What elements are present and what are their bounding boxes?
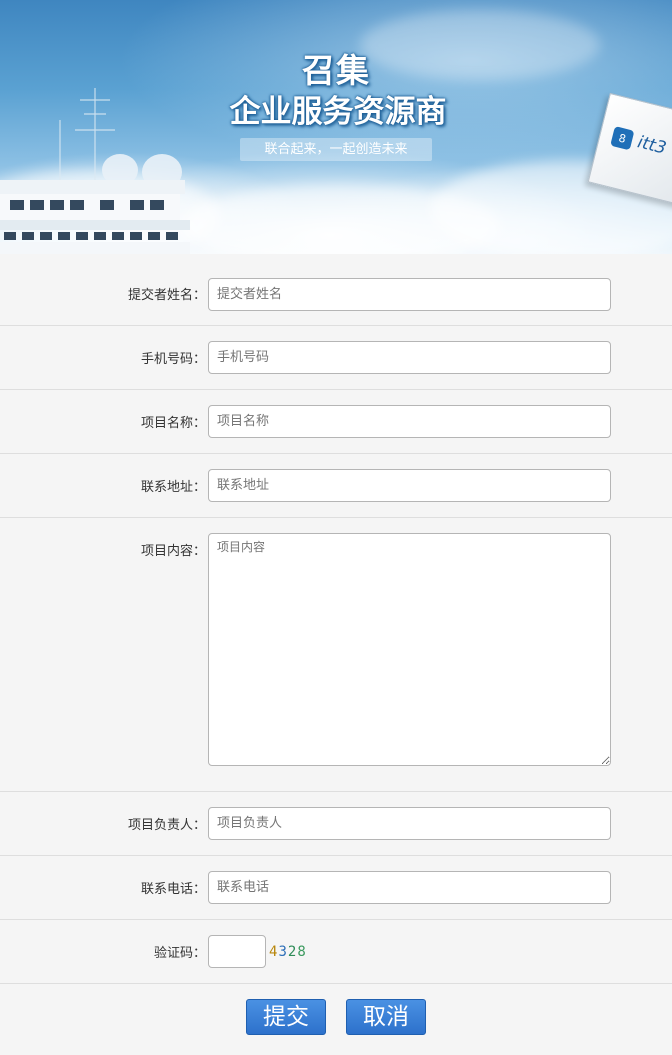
banner: 8 itt3 召集 企业服务资源商 联合起来，一起创造未来 [0, 0, 672, 254]
contact-phone-label: 联系电话： [140, 882, 206, 897]
contact-phone-input[interactable] [208, 871, 611, 904]
resource-provider-form: 提交者姓名： 手机号码： 项目名称： 联系地址： 项目内容： 项目负责人： 联系… [0, 254, 672, 1055]
captcha-image[interactable]: 4328 [269, 944, 307, 960]
form-row-submitter-name: 提交者姓名： [0, 254, 672, 326]
submitter-name-label: 提交者姓名： [127, 288, 206, 303]
form-row-captcha: 验证码： 4328 [0, 920, 672, 984]
form-row-project-name: 项目名称： [0, 390, 672, 454]
banner-title-line2: 企业服务资源商 [229, 94, 447, 130]
cancel-button[interactable]: 取消 [346, 999, 426, 1035]
project-content-textarea[interactable] [208, 533, 611, 766]
banner-title-line1: 召集 [302, 51, 370, 90]
project-owner-input[interactable] [208, 807, 611, 840]
project-name-input[interactable] [208, 405, 611, 438]
form-row-phone: 手机号码： [0, 326, 672, 390]
form-actions: 提交 取消 [0, 984, 672, 1055]
banner-slogan: 联合起来，一起创造未来 [240, 138, 432, 161]
brand-logo-icon: 8 [610, 126, 635, 151]
submitter-name-input[interactable] [208, 278, 611, 311]
phone-input[interactable] [208, 341, 611, 374]
project-owner-label: 项目负责人： [127, 818, 206, 833]
captcha-digit: 2 [287, 944, 298, 960]
captcha-digit: 3 [278, 944, 288, 960]
captcha-label: 验证码： [153, 946, 206, 961]
form-row-contact-phone: 联系电话： [0, 856, 672, 920]
form-row-address: 联系地址： [0, 454, 672, 518]
captcha-digit: 8 [297, 944, 307, 960]
submit-button[interactable]: 提交 [246, 999, 326, 1035]
phone-label: 手机号码： [140, 352, 206, 367]
captcha-input[interactable] [208, 935, 266, 968]
project-content-label: 项目内容： [140, 544, 206, 559]
brand-logo-text: itt3 [635, 132, 669, 159]
project-name-label: 项目名称： [140, 416, 206, 431]
form-row-project-content: 项目内容： [0, 518, 672, 792]
brand-logo: 8 itt3 [610, 126, 668, 159]
address-label: 联系地址： [140, 480, 206, 495]
form-row-project-owner: 项目负责人： [0, 792, 672, 856]
ship-illustration [0, 88, 190, 254]
address-input[interactable] [208, 469, 611, 502]
